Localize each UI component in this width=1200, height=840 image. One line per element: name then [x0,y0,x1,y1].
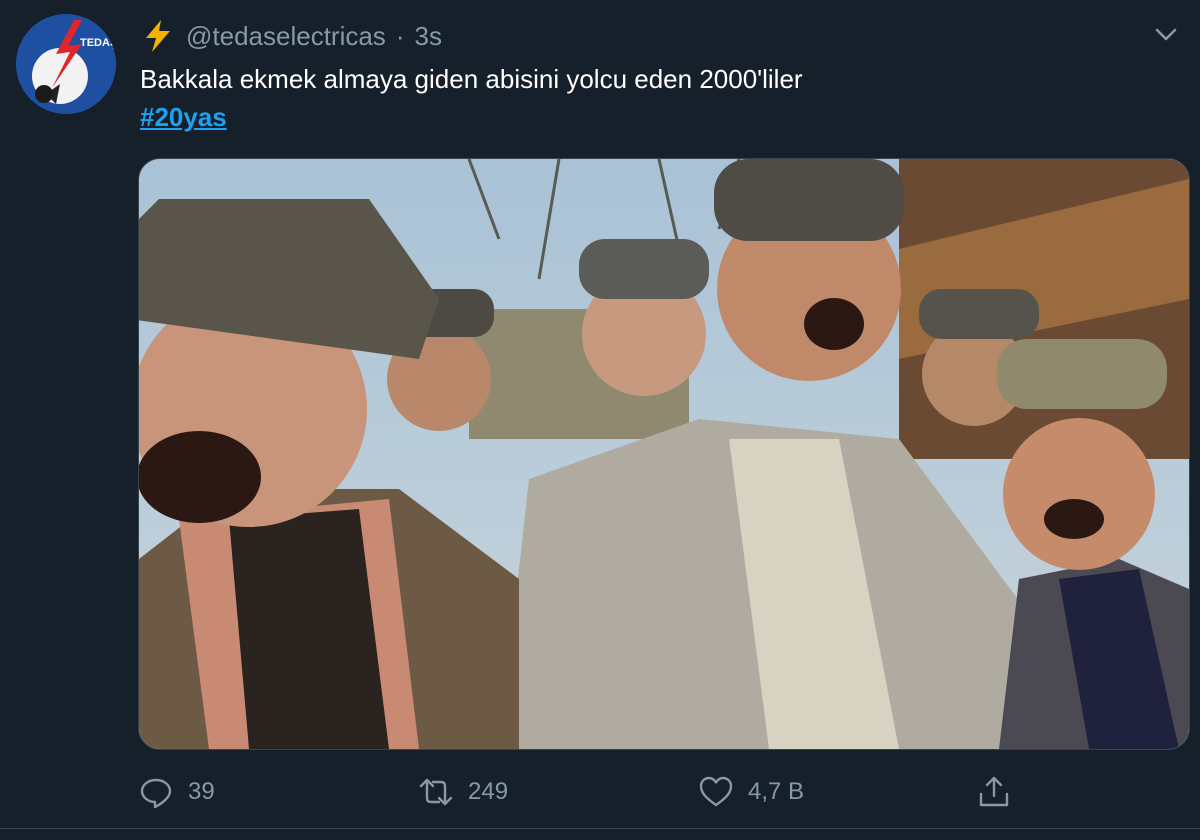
lightning-icon [146,20,170,52]
reply-count: 39 [188,778,215,805]
reply-button[interactable]: 39 [138,770,215,814]
reply-icon [140,778,172,809]
retweet-count: 249 [468,778,509,805]
tweet-header: @tedaselectricas · 3s [140,16,442,56]
tweet-body: Bakkala ekmek almaya giden abisini yolcu… [140,64,803,94]
photo-laughing-men [139,159,1189,749]
user-handle[interactable]: @tedaselectricas [186,21,386,52]
avatar-logo-text: TEDAŞ [80,37,116,49]
tweet-text: Bakkala ekmek almaya giden abisini yolcu… [140,60,1140,136]
like-button[interactable]: 4,7 B [698,770,804,814]
heart-icon [699,776,733,807]
retweet-icon [419,778,453,806]
chevron-down-icon[interactable] [1150,18,1182,50]
divider [0,828,1200,829]
like-count: 4,7 B [748,778,805,805]
timestamp[interactable]: 3s [414,21,441,52]
retweet-button[interactable]: 249 [418,770,508,814]
tedas-logo: TEDAŞ [16,14,116,114]
tweet-actions: 39 249 4,7 B [138,770,1188,814]
separator-dot: · [395,20,405,51]
tweet-image[interactable] [138,158,1190,750]
hashtag-link[interactable]: #20yas [140,102,227,132]
avatar[interactable]: TEDAŞ [16,14,116,114]
share-button[interactable] [976,770,1012,814]
share-icon [979,776,1009,807]
tweet-card[interactable]: TEDAŞ @tedaselectricas · 3s Bakkala ekme… [0,0,1200,840]
